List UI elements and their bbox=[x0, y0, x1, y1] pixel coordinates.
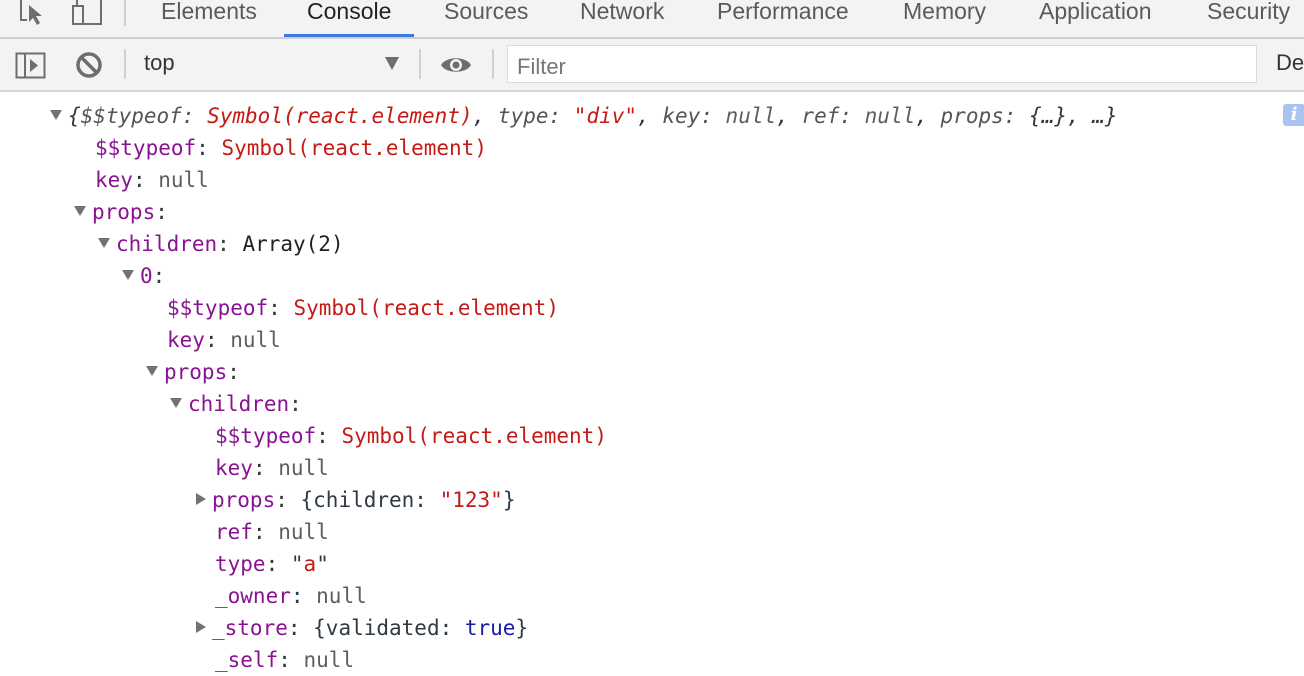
property-row: $$typeof: Symbol(react.element) bbox=[95, 136, 487, 160]
live-expression-eye-icon[interactable] bbox=[440, 54, 472, 81]
property-row-expandable[interactable]: children: bbox=[170, 388, 302, 420]
summary-value: null bbox=[725, 104, 777, 128]
collapse-toggle-icon[interactable] bbox=[196, 621, 206, 633]
collapse-toggle-icon[interactable] bbox=[196, 493, 206, 505]
devtools-tab-bar: Elements Console Sources Network Perform… bbox=[0, 0, 1304, 39]
property-row: _owner: null bbox=[215, 584, 367, 608]
dropdown-arrow-icon bbox=[385, 57, 399, 70]
summary-value: {…} bbox=[1029, 104, 1067, 128]
tab-bar-divider bbox=[124, 0, 126, 26]
property-row: key: null bbox=[95, 168, 209, 192]
property-row: key: null bbox=[215, 456, 329, 480]
property-row: $$typeof: Symbol(react.element) bbox=[215, 424, 607, 448]
toolbar-divider bbox=[124, 49, 126, 79]
log-levels-dropdown[interactable]: De bbox=[1276, 50, 1304, 76]
console-output: {$$typeof: Symbol(react.element), type: … bbox=[0, 92, 1304, 672]
info-icon[interactable]: i bbox=[1283, 104, 1304, 126]
tab-sources[interactable]: Sources bbox=[444, 0, 528, 37]
inspect-element-icon[interactable] bbox=[18, 0, 48, 31]
tab-network[interactable]: Network bbox=[580, 0, 664, 37]
summary-value: Symbol(react.element) bbox=[207, 104, 473, 128]
filter-input[interactable] bbox=[507, 45, 1257, 83]
brace: { bbox=[68, 104, 81, 128]
expand-toggle-icon[interactable] bbox=[146, 366, 158, 376]
console-toolbar: top De bbox=[0, 39, 1304, 92]
summary-key: key bbox=[662, 104, 701, 128]
object-summary-line[interactable]: {$$typeof: Symbol(react.element), type: … bbox=[50, 100, 1118, 132]
expand-toggle-icon[interactable] bbox=[170, 398, 182, 408]
tab-performance[interactable]: Performance bbox=[717, 0, 849, 37]
summary-key: type bbox=[497, 104, 549, 128]
device-toolbar-icon[interactable] bbox=[70, 0, 104, 31]
property-row: type: "a" bbox=[215, 552, 329, 576]
tab-console[interactable]: Console bbox=[283, 0, 415, 37]
property-row-expandable[interactable]: 0: bbox=[122, 260, 165, 292]
tab-elements[interactable]: Elements bbox=[161, 0, 257, 37]
summary-ellipsis: …} bbox=[1092, 104, 1118, 128]
property-row-expandable[interactable]: _store: {validated: true} bbox=[194, 612, 528, 644]
toolbar-divider bbox=[492, 49, 494, 79]
property-row-expandable[interactable]: props: bbox=[146, 356, 240, 388]
expand-toggle-icon[interactable] bbox=[122, 270, 134, 280]
property-row-expandable[interactable]: children: Array(2) bbox=[98, 228, 344, 260]
property-row: _self: null bbox=[215, 648, 355, 672]
property-row: key: null bbox=[167, 328, 281, 352]
summary-value: null bbox=[864, 104, 916, 128]
summary-value: "div" bbox=[573, 104, 638, 128]
context-selector-value: top bbox=[144, 50, 175, 75]
summary-key: ref bbox=[801, 104, 840, 128]
expand-toggle-icon[interactable] bbox=[50, 110, 62, 120]
clear-console-icon[interactable] bbox=[75, 51, 103, 84]
toolbar-divider bbox=[419, 49, 421, 79]
property-row-expandable[interactable]: props: {children: "123"} bbox=[194, 484, 515, 516]
property-row-expandable[interactable]: props: bbox=[74, 196, 168, 228]
summary-key: $$typeof bbox=[80, 104, 182, 128]
property-row: ref: null bbox=[215, 520, 329, 544]
tab-application[interactable]: Application bbox=[1039, 0, 1152, 37]
summary-key: props bbox=[940, 104, 1004, 128]
expand-toggle-icon[interactable] bbox=[98, 238, 110, 248]
show-sidebar-icon[interactable] bbox=[15, 51, 47, 84]
expand-toggle-icon[interactable] bbox=[74, 206, 86, 216]
tab-security[interactable]: Security bbox=[1207, 0, 1290, 37]
tab-memory[interactable]: Memory bbox=[903, 0, 986, 37]
context-selector[interactable]: top bbox=[130, 39, 415, 90]
property-row: $$typeof: Symbol(react.element) bbox=[167, 296, 559, 320]
